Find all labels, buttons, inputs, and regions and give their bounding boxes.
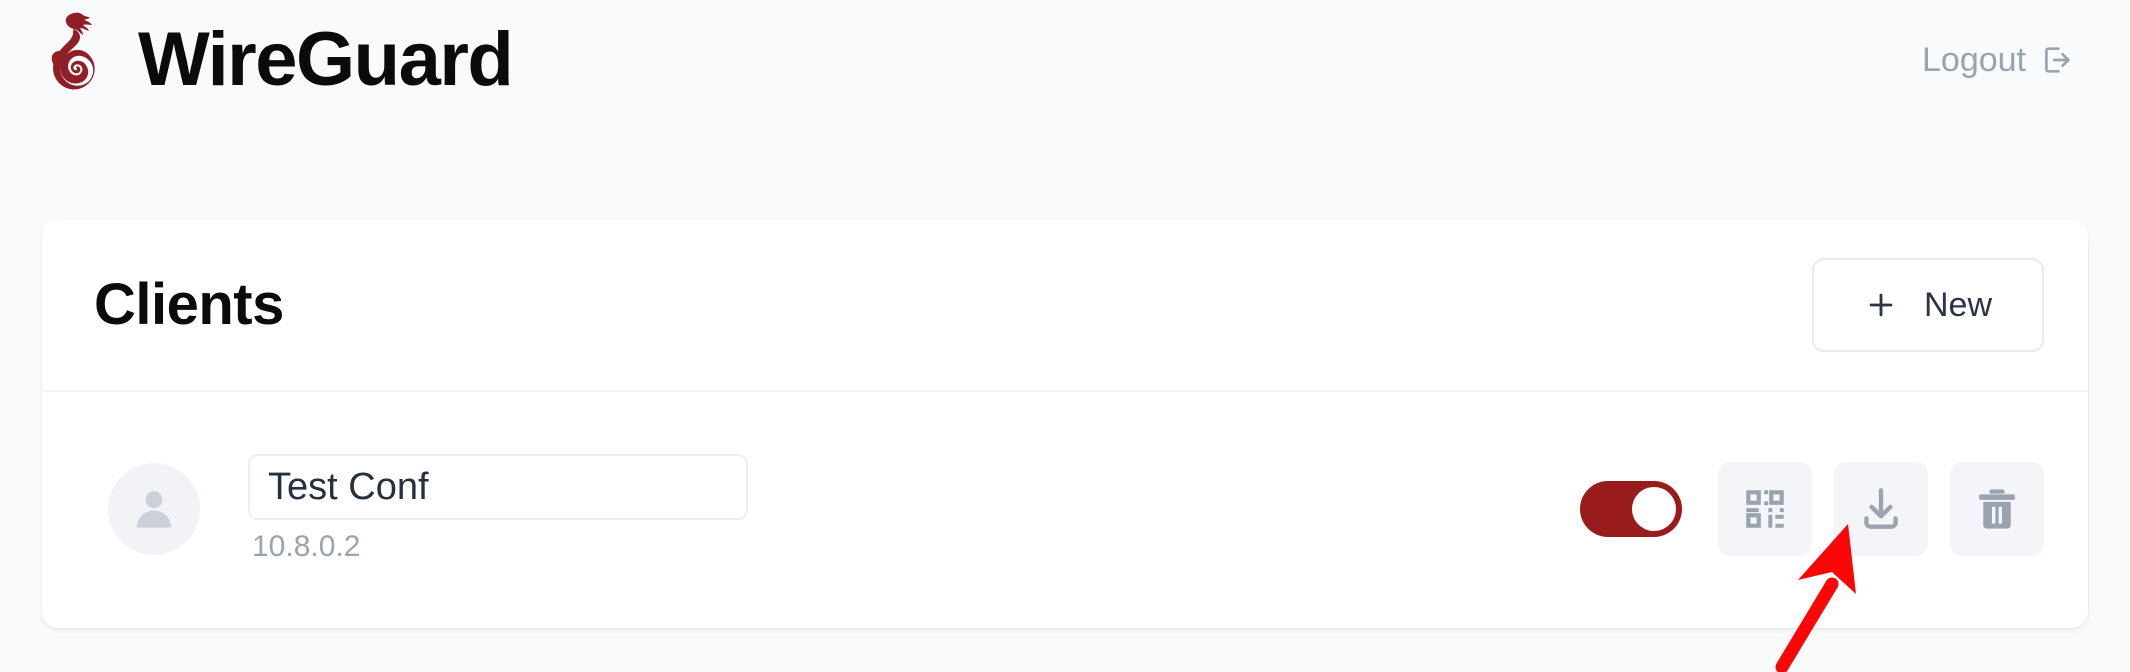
clients-card-header: Clients New [42,220,2088,392]
download-button[interactable] [1834,462,1928,556]
new-client-label: New [1923,285,1993,324]
plus-icon [1869,293,1893,317]
client-enable-toggle[interactable] [1580,481,1682,537]
clients-card: Clients New 10.8.0.2 [42,220,2088,628]
toggle-knob [1632,487,1676,531]
trash-icon [1979,489,2015,529]
client-info: 10.8.0.2 [248,454,748,564]
wireguard-dragon-logo-icon [51,12,95,90]
app-title: WireGuard [138,17,514,102]
user-avatar-icon [136,491,172,528]
client-name-input[interactable] [248,454,748,520]
new-client-button[interactable]: New [1812,258,2044,352]
page-title: Clients [94,272,284,337]
avatar [108,463,200,555]
brand: WireGuard [42,12,514,106]
qr-code-button[interactable] [1718,462,1812,556]
app-header: WireGuard Logout [0,0,2130,120]
client-actions [1580,462,2044,556]
sign-out-icon [2045,47,2070,73]
logout-label: Logout [1922,40,2026,79]
client-ip-address: 10.8.0.2 [252,530,361,563]
logout-button[interactable]: Logout [1922,41,2074,80]
delete-button[interactable] [1950,462,2044,556]
qr-code-icon [1746,490,1784,528]
client-row: 10.8.0.2 [42,392,2088,626]
download-icon [1864,488,1898,529]
